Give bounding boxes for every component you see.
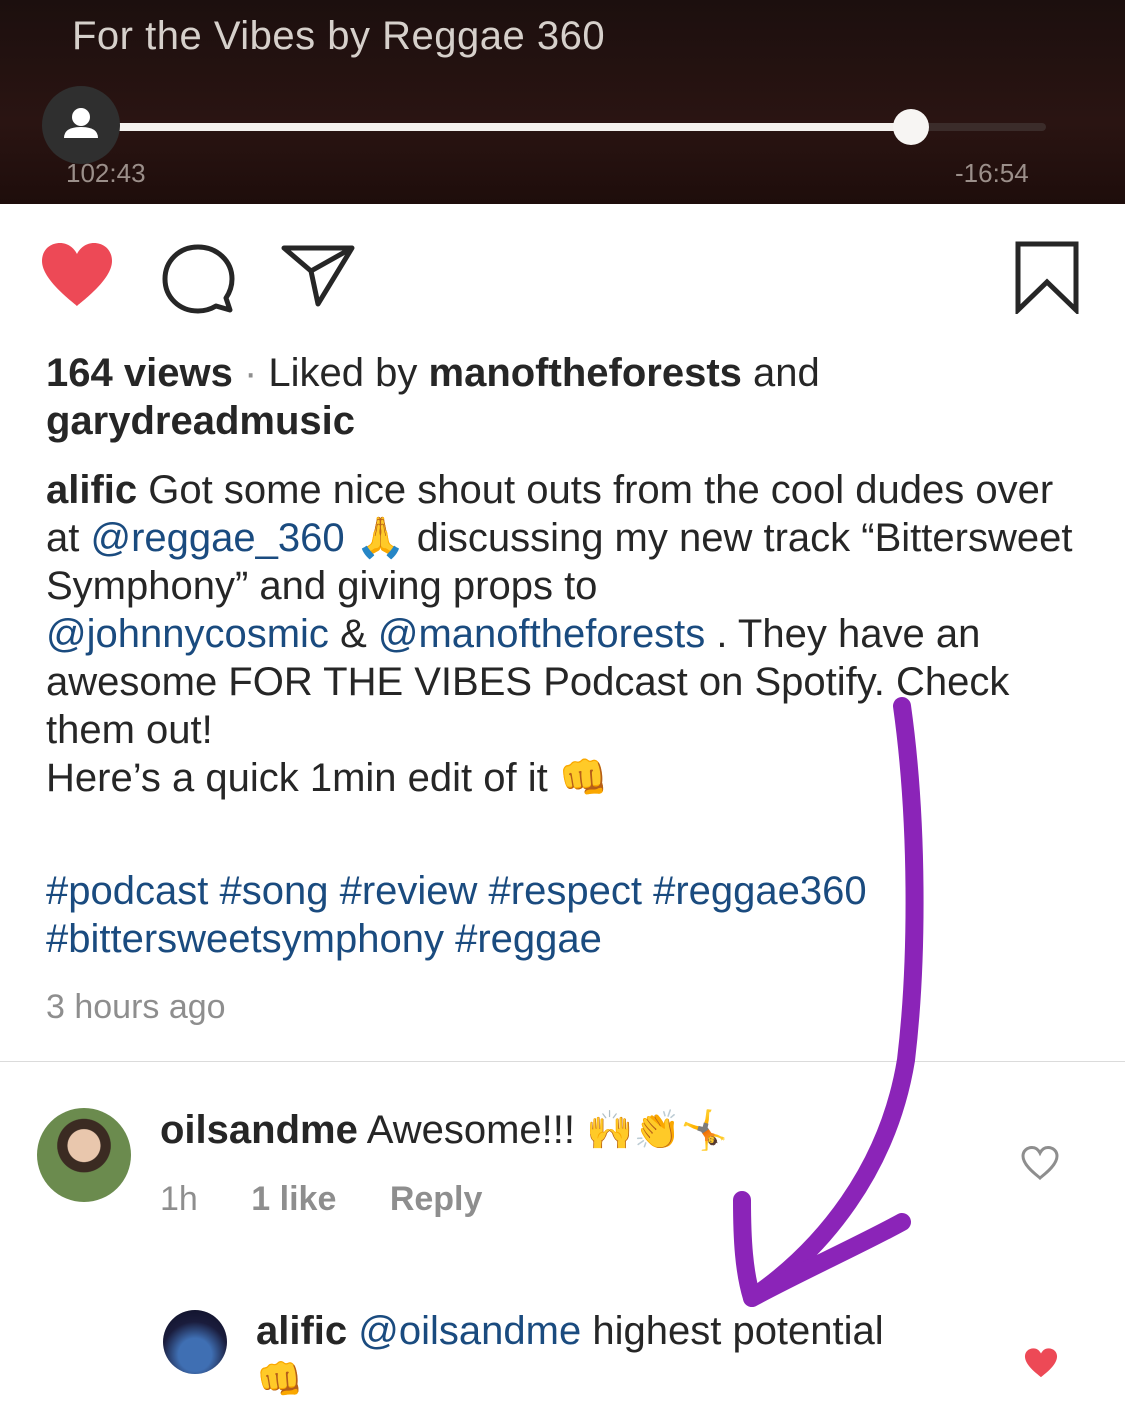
progress-knob[interactable] <box>892 109 929 145</box>
mention-link[interactable]: @reggae_360 <box>90 516 344 560</box>
user-tag-button[interactable] <box>42 86 120 164</box>
like-button[interactable] <box>38 240 116 315</box>
divider <box>0 1061 1125 1062</box>
elapsed-time: 102:43 <box>66 158 146 188</box>
post-timestamp: 3 hours ago <box>46 988 226 1026</box>
comment-like-button[interactable] <box>1020 1145 1060 1186</box>
ampersand: & <box>340 612 367 656</box>
heart-filled-icon <box>1024 1348 1058 1378</box>
hashtag-link[interactable]: #song <box>219 869 328 913</box>
fist-emoji: 👊 <box>256 1359 304 1401</box>
liked-and-label: and <box>753 351 820 395</box>
fist-emoji: 👊 <box>558 756 609 800</box>
bookmark-icon <box>1015 241 1079 316</box>
hashtags: #podcast #song #review #respect #reggae3… <box>46 867 1086 963</box>
liker-username[interactable]: garydreadmusic <box>46 399 355 443</box>
hashtag-link[interactable]: #podcast <box>46 869 208 913</box>
heart-icon <box>42 243 112 306</box>
avatar[interactable] <box>163 1310 227 1374</box>
mention-link[interactable]: @johnnycosmic <box>46 612 329 656</box>
caption-username[interactable]: alific <box>46 468 137 512</box>
reply-button[interactable]: Reply <box>390 1180 483 1218</box>
liker-username[interactable]: manoftheforests <box>429 351 742 395</box>
views-count[interactable]: 164 views <box>46 351 233 395</box>
mention-link[interactable]: @manoftheforests <box>378 612 705 656</box>
progress-track[interactable] <box>80 109 1046 145</box>
reply-comment-row: alific @oilsandme highest potential 👊 <box>256 1307 976 1404</box>
player-title: For the Vibes by Reggae 360 <box>72 14 606 58</box>
hashtag-link[interactable]: #reggae360 <box>653 869 867 913</box>
hashtag-link[interactable]: #reggae <box>455 917 602 961</box>
pray-emoji: 🙏 <box>355 516 406 560</box>
save-button[interactable] <box>1014 240 1080 319</box>
user-icon <box>64 108 98 138</box>
comment-text: highest potential <box>592 1309 884 1353</box>
comment-username[interactable]: alific <box>256 1309 347 1353</box>
comment-icon <box>162 244 235 314</box>
comment-like-button[interactable] <box>1022 1346 1060 1385</box>
comment-emojis: 🙌👏🤸 <box>586 1110 729 1152</box>
comment-meta: 1h 1 like Reply <box>160 1180 482 1219</box>
liked-by-label: Liked by <box>268 351 418 395</box>
comment-time: 1h <box>160 1180 198 1218</box>
audio-player: For the Vibes by Reggae 360 102:43 -16:5… <box>0 0 1125 204</box>
progress-fill <box>80 123 911 131</box>
hashtag-link[interactable]: #bittersweetsymphony <box>46 917 444 961</box>
share-button[interactable] <box>280 244 356 313</box>
remaining-time: -16:54 <box>955 158 1029 188</box>
likes-summary: 164 views · Liked by manoftheforests and… <box>46 351 820 443</box>
comment-username[interactable]: oilsandme <box>160 1108 358 1152</box>
comment-likes[interactable]: 1 like <box>251 1180 336 1218</box>
mention-link[interactable]: @oilsandme <box>358 1309 581 1353</box>
heart-outline-icon <box>1021 1145 1059 1181</box>
comment-text: Awesome!!! <box>366 1108 575 1152</box>
comment-row: oilsandme Awesome!!! 🙌👏🤸 <box>160 1106 728 1155</box>
action-bar <box>0 204 1125 334</box>
avatar[interactable] <box>37 1108 131 1202</box>
share-icon <box>281 245 355 307</box>
comment-button[interactable] <box>160 242 236 319</box>
hashtag-link[interactable]: #review <box>340 869 478 913</box>
post-caption: alific Got some nice shout outs from the… <box>46 466 1086 802</box>
caption-line: Here’s a quick 1min edit of it <box>46 756 548 800</box>
hashtag-link[interactable]: #respect <box>489 869 642 913</box>
